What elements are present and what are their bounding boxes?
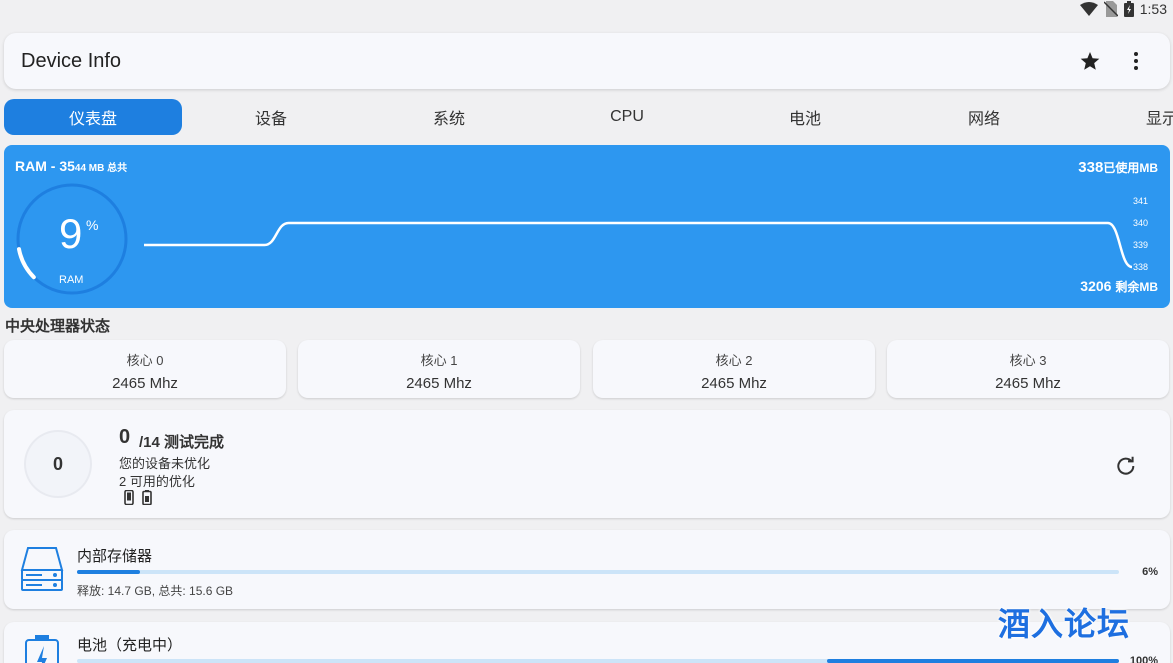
ram-percent: 9: [59, 210, 83, 257]
core-frequency: 2465 Mhz: [995, 375, 1061, 392]
watermark: 酒入论坛: [998, 606, 1131, 642]
core-card-1[interactable]: 核心 1 2465 Mhz: [298, 340, 580, 398]
favorite-button[interactable]: [1078, 49, 1102, 73]
ram-free-value: 3206: [1080, 278, 1112, 294]
y-tick-338: 338: [1132, 262, 1148, 272]
cpu-section-title: 中央处理器状态: [5, 318, 111, 335]
more-vert-icon: [1134, 52, 1138, 70]
y-tick-340: 340: [1132, 218, 1148, 228]
y-tick-341: 341: [1132, 196, 1148, 206]
battery-device-icon: [142, 490, 152, 505]
tests-total-label: /14 测试完成: [139, 434, 225, 451]
ram-total-label: RAM - 3544 MB 总共: [15, 158, 127, 174]
refresh-button[interactable]: [1114, 454, 1138, 478]
ram-gauge-label: RAM: [59, 274, 84, 286]
storage-detail: 释放: 14.7 GB, 总共: 15.6 GB: [77, 584, 234, 598]
tab-display[interactable]: 显示: [1146, 99, 1173, 135]
storage-percent: 6%: [1142, 566, 1158, 578]
ram-percent-sign: %: [86, 217, 99, 233]
core-frequency: 2465 Mhz: [701, 375, 767, 392]
ram-free-unit: 剩余MB: [1115, 280, 1158, 294]
tab-battery[interactable]: 电池: [716, 99, 894, 135]
device-icons: [124, 490, 152, 505]
tab-dashboard[interactable]: 仪表盘: [4, 99, 182, 135]
battery-progress-bar: [77, 659, 1119, 663]
ram-gauge-arc: [17, 247, 36, 280]
star-icon: [1080, 52, 1100, 70]
battery-card[interactable]: 电池（充电中） 100%: [4, 622, 1170, 663]
internal-storage-card[interactable]: 内部存储器 6% 释放: 14.7 GB, 总共: 15.6 GB: [4, 530, 1170, 609]
tab-bar: 仪表盘 设备 系统 CPU 电池 网络 显示: [0, 99, 1173, 135]
test-score: 0: [26, 432, 90, 496]
battery-icon: [25, 635, 59, 663]
hard-drive-icon: [20, 547, 64, 591]
tab-device[interactable]: 设备: [182, 99, 360, 135]
ram-usage-line: [144, 221, 1133, 269]
ram-free-label: 3206 剩余MB: [1080, 278, 1158, 295]
ram-used-unit: 已使用MB: [1103, 161, 1158, 175]
storage-progress-bar: [77, 570, 1119, 574]
tab-cpu[interactable]: CPU: [538, 99, 716, 135]
core-card-3[interactable]: 核心 3 2465 Mhz: [887, 340, 1169, 398]
y-tick-339: 339: [1132, 240, 1148, 250]
phone-icon: [124, 490, 134, 505]
app-title: Device Info: [21, 50, 122, 72]
core-name: 核心 1: [420, 353, 458, 368]
core-name: 核心 0: [126, 353, 164, 368]
ram-used-label: 338已使用MB: [1078, 159, 1158, 176]
ram-total-prefix: RAM - 35: [15, 158, 75, 174]
app-bar: Device Info: [4, 33, 1170, 89]
ram-total-suffix: 44 MB 总共: [74, 163, 128, 174]
battery-percent: 100%: [1129, 655, 1158, 663]
status-time: 1:53: [1139, 1, 1167, 17]
optimization-status: 您的设备未优化: [119, 456, 211, 471]
core-frequency: 2465 Mhz: [406, 375, 472, 392]
no-sim-icon: [1103, 1, 1118, 17]
available-optimizations: 2 可用的优化: [119, 474, 195, 489]
tab-network[interactable]: 网络: [895, 99, 1073, 135]
storage-progress-fill: [77, 570, 140, 574]
refresh-icon: [1117, 456, 1135, 475]
core-frequency: 2465 Mhz: [112, 375, 178, 392]
ram-usage-chart: [144, 221, 1133, 269]
battery-progress-fill: [827, 659, 1119, 663]
wifi-icon: [1079, 2, 1098, 16]
status-icons: 1:53: [1079, 0, 1167, 18]
core-name: 核心 2: [715, 353, 753, 368]
more-options-button[interactable]: [1124, 49, 1148, 73]
tab-system[interactable]: 系统: [360, 99, 538, 135]
ram-card[interactable]: RAM - 3544 MB 总共 338已使用MB 3206 剩余MB 9 % …: [4, 145, 1170, 308]
ram-used-value: 338: [1078, 159, 1104, 176]
battery-title: 电池（充电中）: [77, 637, 183, 654]
battery-charging-icon: [1123, 1, 1134, 17]
core-card-2[interactable]: 核心 2 2465 Mhz: [593, 340, 875, 398]
tests-completed-count: 0: [119, 426, 131, 448]
core-card-0[interactable]: 核心 0 2465 Mhz: [4, 340, 286, 398]
core-name: 核心 3: [1009, 353, 1047, 368]
status-bar: 1:53: [0, 0, 1173, 20]
optimization-tests-card[interactable]: 0 0 /14 测试完成 您的设备未优化 2 可用的优化: [4, 410, 1170, 518]
storage-title: 内部存储器: [77, 548, 153, 565]
